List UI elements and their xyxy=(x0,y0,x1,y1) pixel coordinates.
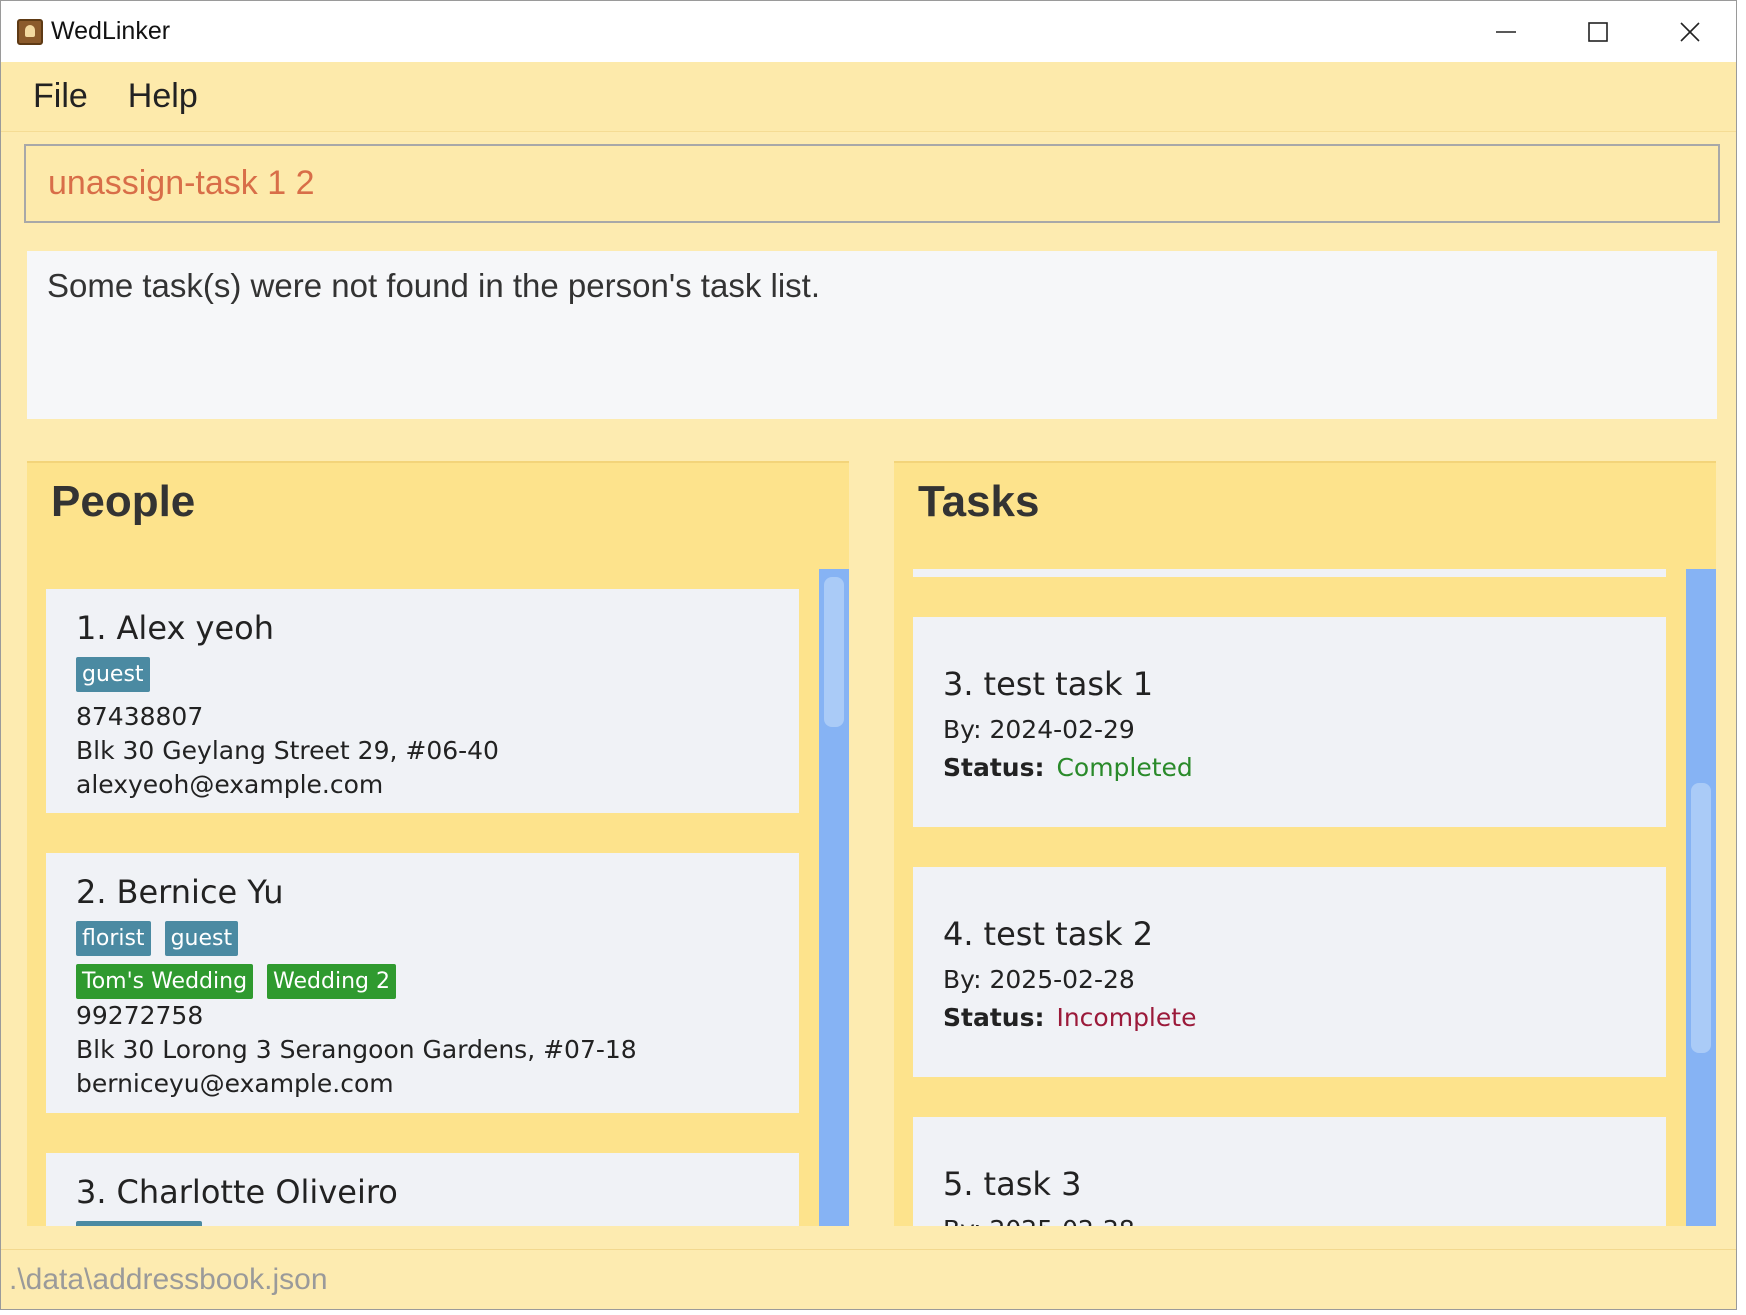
person-index: 2. xyxy=(76,873,107,911)
person-name: Charlotte Oliveiro xyxy=(116,1173,398,1211)
app-window: WedLinker File Help unassign-task 1 2 So… xyxy=(0,0,1737,1310)
minimize-button[interactable] xyxy=(1460,1,1552,62)
tag-badge: florist xyxy=(76,921,151,956)
close-icon xyxy=(1680,21,1700,42)
people-scroll-thumb[interactable] xyxy=(824,577,844,727)
tasks-panel: Tasks 3. test task 1 By: 2024-02-29 Statu… xyxy=(894,461,1716,1226)
window-title: WedLinker xyxy=(51,17,171,45)
task-status-label: Status: xyxy=(943,753,1045,782)
person-tags xyxy=(76,1221,769,1226)
menu-help[interactable]: Help xyxy=(128,77,198,116)
person-card[interactable]: 1. Alex yeoh guest 87438807 Blk 30 Geylan… xyxy=(46,589,799,813)
task-name: test task 2 xyxy=(983,915,1154,953)
person-index: 1. xyxy=(76,609,107,647)
task-list[interactable]: 3. test task 1 By: 2024-02-29 Status: Comp… xyxy=(894,569,1686,1226)
status-bar: .\data\addressbook.json xyxy=(1,1249,1736,1309)
person-name-row: 1. Alex yeoh xyxy=(76,609,769,647)
task-card[interactable]: 3. test task 1 By: 2024-02-29 Status: Comp… xyxy=(913,617,1666,827)
person-phone: 99272758 xyxy=(76,1001,204,1030)
task-index: 3. xyxy=(943,665,974,703)
command-input[interactable]: unassign-task 1 2 xyxy=(24,144,1720,223)
person-list[interactable]: 1. Alex yeoh guest 87438807 Blk 30 Geylan… xyxy=(27,569,819,1226)
data-file-path: .\data\addressbook.json xyxy=(9,1262,328,1296)
address-book-icon xyxy=(17,18,43,45)
menu-file[interactable]: File xyxy=(33,77,88,116)
task-status-row: Status: Completed xyxy=(943,749,1636,787)
task-index: 5. xyxy=(943,1165,974,1203)
person-name: Alex yeoh xyxy=(116,609,275,647)
result-display: Some task(s) were not found in the perso… xyxy=(27,251,1717,419)
task-status: Incomplete xyxy=(1056,1003,1197,1032)
person-weddings: Tom's Wedding Wedding 2 xyxy=(76,964,769,999)
person-tags: guest xyxy=(76,657,769,692)
task-name-row: 5. task 3 xyxy=(943,1165,1636,1203)
close-button[interactable] xyxy=(1644,1,1736,62)
person-name: Bernice Yu xyxy=(116,873,284,911)
person-index: 3. xyxy=(76,1173,107,1211)
task-name: task 3 xyxy=(983,1165,1082,1203)
person-name-row: 2. Bernice Yu xyxy=(76,873,769,911)
menu-bar: File Help xyxy=(1,62,1736,132)
people-scrollbar[interactable] xyxy=(819,569,849,1226)
wedding-badge: Wedding 2 xyxy=(267,964,396,999)
wedding-badge: Tom's Wedding xyxy=(76,964,254,999)
person-email: alexyeoh@example.com xyxy=(76,770,384,799)
task-status-label: Status: xyxy=(943,1003,1045,1032)
person-email: berniceyu@example.com xyxy=(76,1069,394,1098)
person-card[interactable]: 3. Charlotte Oliveiro xyxy=(46,1153,799,1226)
tag-badge xyxy=(76,1221,202,1226)
person-address: Blk 30 Geylang Street 29, #06-40 xyxy=(76,736,499,765)
task-status-row: Status: Incomplete xyxy=(943,999,1636,1037)
people-panel-title: People xyxy=(51,477,196,526)
tasks-scrollbar[interactable] xyxy=(1686,569,1716,1226)
task-name: test task 1 xyxy=(983,665,1154,703)
task-deadline: By: 2024-02-29 xyxy=(943,715,1135,744)
window-controls xyxy=(1460,1,1736,62)
task-card[interactable]: 4. test task 2 By: 2025-02-28 Status: Inco… xyxy=(913,867,1666,1077)
command-input-text: unassign-task 1 2 xyxy=(48,164,315,202)
tasks-panel-title: Tasks xyxy=(918,477,1040,526)
people-panel: People 1. Alex yeoh guest 87438807 Blk 30… xyxy=(27,461,849,1226)
maximize-icon xyxy=(1588,21,1608,42)
task-name-row: 3. test task 1 xyxy=(943,665,1636,703)
tasks-scroll-thumb[interactable] xyxy=(1691,783,1711,1053)
title-bar[interactable]: WedLinker xyxy=(1,1,1736,62)
task-name-row: 4. test task 2 xyxy=(943,915,1636,953)
maximize-button[interactable] xyxy=(1552,1,1644,62)
task-index: 4. xyxy=(943,915,974,953)
task-deadline: By: 2025-02-28 xyxy=(943,965,1135,994)
person-phone: 87438807 xyxy=(76,702,204,731)
person-address: Blk 30 Lorong 3 Serangoon Gardens, #07-1… xyxy=(76,1035,637,1064)
person-tags: florist guest xyxy=(76,921,769,956)
minimize-icon xyxy=(1496,30,1516,33)
tag-badge: guest xyxy=(164,921,239,956)
task-card[interactable]: 5.task 3 By: 2025-02-28 xyxy=(913,1117,1666,1226)
person-name-row: 3. Charlotte Oliveiro xyxy=(76,1173,769,1211)
tag-badge: guest xyxy=(76,657,150,692)
result-message: Some task(s) were not found in the perso… xyxy=(47,267,820,304)
task-card-partial[interactable] xyxy=(913,569,1666,577)
person-card[interactable]: 2. Bernice Yu florist guest Tom's Wedding… xyxy=(46,853,799,1113)
task-deadline: By: 2025-02-28 xyxy=(943,1211,1636,1226)
task-status: Completed xyxy=(1056,753,1193,782)
